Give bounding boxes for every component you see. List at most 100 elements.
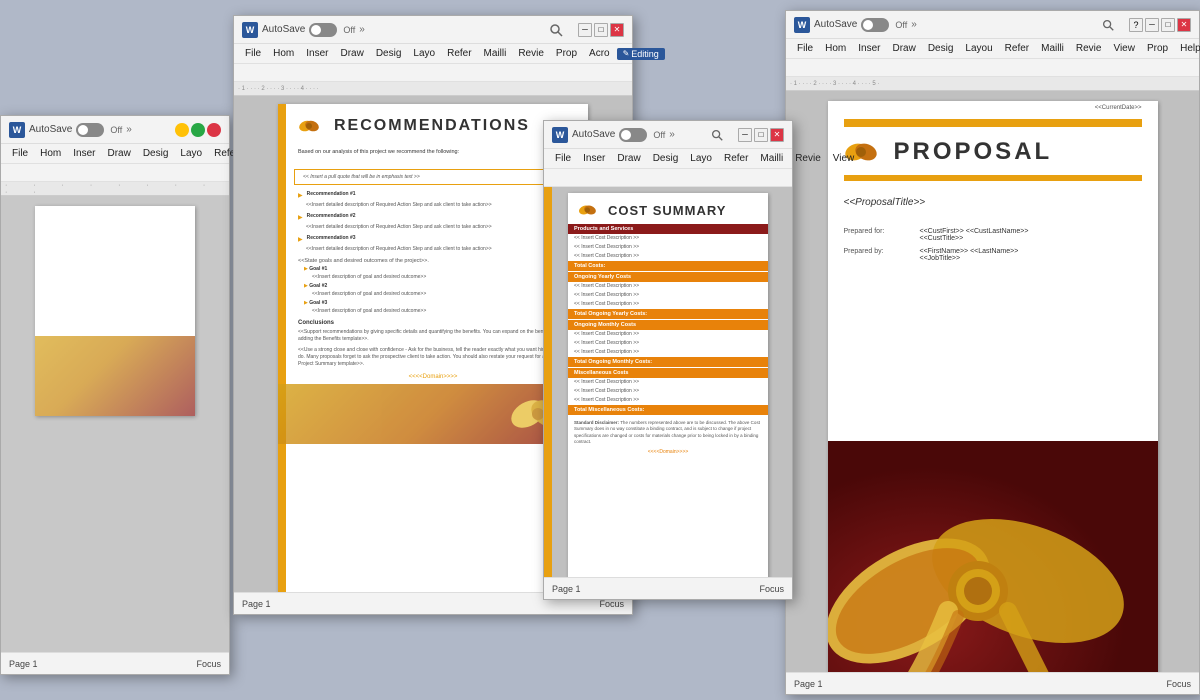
menu-view-4[interactable]: View	[1108, 42, 1140, 55]
menu-review-2[interactable]: Revie	[513, 47, 549, 60]
menu-prop-4[interactable]: Prop	[1142, 42, 1173, 55]
cost-row-m2: << Insert Cost Description >>	[568, 339, 768, 348]
toolbar-2	[234, 64, 632, 82]
ruler-marks-1: · · · · · · · · · ·	[5, 182, 225, 196]
close-button-4[interactable]: ✕	[1177, 18, 1191, 32]
editing-button-2[interactable]: ✎ Editing	[617, 48, 665, 60]
autosave-toggle-1[interactable]	[76, 123, 104, 137]
menu-home-2[interactable]: Hom	[268, 47, 299, 60]
toolbar-4	[786, 59, 1199, 77]
cost-row-1: << Insert Cost Description >>	[568, 234, 768, 243]
autosave-toggle-3[interactable]	[619, 128, 647, 142]
cost-disclaimer: Standard Disclaimer: The numbers represe…	[568, 416, 768, 447]
menu-layout-3[interactable]: Layo	[685, 152, 717, 165]
cost-row-y3: << Insert Cost Description >>	[568, 300, 768, 309]
maximize-button-1[interactable]	[191, 123, 205, 137]
ruler-4: · 1 · · · · 2 · · · · 3 · · · · 4 · · · …	[786, 77, 1199, 91]
maximize-button-2[interactable]: □	[594, 23, 608, 37]
menu-insert-4[interactable]: Inser	[853, 42, 885, 55]
proposal-title: PROPOSAL	[894, 138, 1053, 166]
menu-mailings-4[interactable]: Mailli	[1036, 42, 1069, 55]
cost-footer: <<<<Domain>>>>	[568, 447, 768, 457]
toggle-text-3: Off	[653, 130, 665, 140]
close-button-3[interactable]: ✕	[770, 128, 784, 142]
page-number-1: Page 1	[9, 659, 38, 669]
window-1[interactable]: W AutoSave Off » File Hom Inser Draw Des…	[0, 115, 230, 675]
menu-file-2[interactable]: File	[240, 47, 266, 60]
search-icon-4[interactable]	[1101, 18, 1115, 32]
goal-title-1: Goal #1	[309, 266, 327, 272]
menu-refer-2[interactable]: Refer	[442, 47, 476, 60]
window-3[interactable]: W AutoSave Off » ─ □ ✕ File Inser Draw D…	[543, 120, 793, 600]
toggle-text-4: Off	[895, 20, 907, 30]
cost-section-header-monthly: Ongoing Monthly Costs	[568, 320, 768, 330]
menu-view-3[interactable]: View	[828, 152, 860, 165]
rec-logo	[298, 116, 326, 136]
page-text-1	[35, 206, 195, 228]
cost-title: COST SUMMARY	[608, 203, 726, 218]
menu-insert-2[interactable]: Inser	[301, 47, 333, 60]
minimize-button-1[interactable]	[175, 123, 189, 137]
menu-insert-1[interactable]: Inser	[68, 147, 100, 160]
goal-2: ▶ Goal #2	[278, 282, 588, 290]
menu-file-1[interactable]: File	[7, 147, 33, 160]
menu-file-3[interactable]: File	[550, 152, 576, 165]
autosave-toggle-2[interactable]	[309, 23, 337, 37]
status-icons-4: Focus	[1166, 679, 1191, 689]
menu-review-4[interactable]: Revie	[1071, 42, 1107, 55]
cost-section-misc: Miscellaneous Costs << Insert Cost Descr…	[568, 368, 768, 415]
menu-design-2[interactable]: Desig	[371, 47, 407, 60]
menu-draw-1[interactable]: Draw	[102, 147, 135, 160]
minimize-button-3[interactable]: ─	[738, 128, 752, 142]
rec-item-desc-2: <<Insert detailed description of Require…	[278, 223, 588, 233]
search-icon-3[interactable]	[710, 128, 724, 142]
cost-section-yearly: Ongoing Yearly Costs << Insert Cost Desc…	[568, 272, 768, 319]
menu-file-4[interactable]: File	[792, 42, 818, 55]
prepared-by-value: <<FirstName>> <<LastName>> <<JobTitle>>	[920, 248, 1019, 262]
menu-design-3[interactable]: Desig	[648, 152, 684, 165]
conclusions-2: <<Use a strong close and close with conf…	[278, 345, 588, 370]
minimize-button-4[interactable]: ─	[1145, 18, 1159, 32]
close-button-2[interactable]: ✕	[610, 23, 624, 37]
menu-refer-3[interactable]: Refer	[719, 152, 753, 165]
menu-layout-4[interactable]: Layou	[960, 42, 997, 55]
menu-home-1[interactable]: Hom	[35, 147, 66, 160]
minimize-button-2[interactable]: ─	[578, 23, 592, 37]
menu-draw-2[interactable]: Draw	[335, 47, 368, 60]
menu-acro-2[interactable]: Acro	[584, 47, 615, 60]
cost-row-2: << Insert Cost Description >>	[568, 243, 768, 252]
cost-row-misc3: << Insert Cost Description >>	[568, 396, 768, 405]
menu-design-1[interactable]: Desig	[138, 147, 174, 160]
menu-review-3[interactable]: Revie	[790, 152, 826, 165]
menu-draw-3[interactable]: Draw	[612, 152, 645, 165]
autosave-toggle-4[interactable]	[861, 18, 889, 32]
current-date: <<CurrentDate>>	[828, 101, 1158, 115]
menu-draw-4[interactable]: Draw	[887, 42, 920, 55]
statusbar-1: Page 1 Focus	[1, 652, 229, 674]
search-icon-2[interactable]	[548, 22, 564, 38]
help-button-4[interactable]: ?	[1129, 18, 1143, 32]
menu-home-4[interactable]: Hom	[820, 42, 851, 55]
menu-design-4[interactable]: Desig	[923, 42, 959, 55]
maximize-button-4[interactable]: □	[1161, 18, 1175, 32]
goal-desc-3: <<Insert description of goal and desired…	[278, 307, 588, 316]
menu-mailings-2[interactable]: Mailli	[479, 47, 512, 60]
maximize-button-3[interactable]: □	[754, 128, 768, 142]
menu-mailings-3[interactable]: Mailli	[755, 152, 788, 165]
menu-help-4[interactable]: Help	[1175, 42, 1200, 55]
close-button-1[interactable]	[207, 123, 221, 137]
statusbar-4: Page 1 Focus	[786, 672, 1199, 694]
titlebar-1: W AutoSave Off »	[1, 116, 229, 144]
conclusions-title: Conclusions	[278, 316, 588, 327]
menu-layout-1[interactable]: Layo	[175, 147, 207, 160]
menu-prop-2[interactable]: Prop	[551, 47, 582, 60]
cost-row-m1: << Insert Cost Description >>	[568, 330, 768, 339]
menu-refer-4[interactable]: Refer	[1000, 42, 1034, 55]
window-4[interactable]: W AutoSave Off » ? ─ □ ✕ File Hom Inser …	[785, 10, 1200, 695]
menu-insert-3[interactable]: Inser	[578, 152, 610, 165]
proposal-bottom-image	[828, 441, 1158, 672]
win2-footer: <<<<Domain>>>>	[278, 370, 588, 384]
disclaimer-label: Standard Disclaimer:	[574, 420, 619, 425]
titlebar-left-2: W AutoSave Off »	[242, 22, 542, 38]
menu-layout-2[interactable]: Layo	[408, 47, 440, 60]
